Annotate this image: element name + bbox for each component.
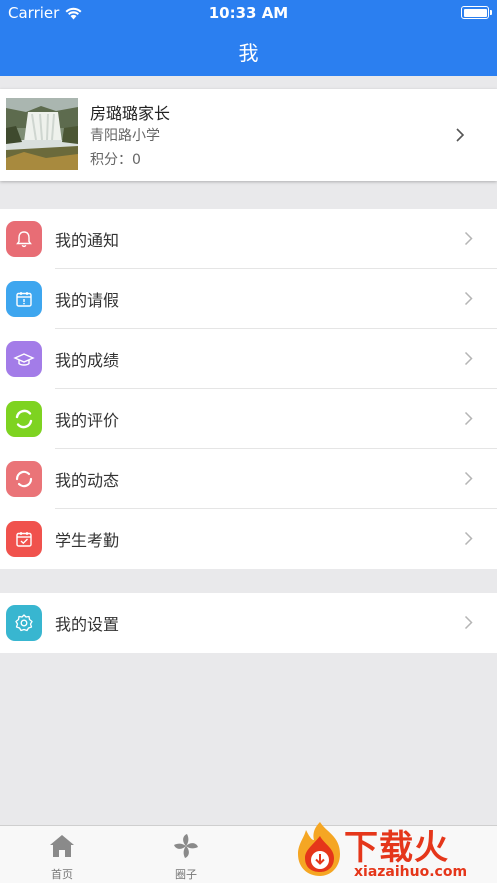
profile-points: 积分：0 bbox=[90, 152, 141, 168]
chevron-right-icon bbox=[464, 351, 473, 366]
chevron-right-icon bbox=[464, 411, 473, 426]
menu-label: 我的动态 bbox=[55, 471, 120, 490]
pinwheel-icon bbox=[174, 834, 198, 858]
menu-label: 我的评价 bbox=[55, 411, 120, 430]
refresh-ring-icon bbox=[15, 470, 33, 488]
status-time: 10:33 AM bbox=[208, 4, 289, 22]
chevron-right-icon bbox=[464, 615, 473, 630]
tab-circle[interactable]: 圈子 bbox=[156, 832, 216, 882]
home-icon bbox=[50, 835, 74, 857]
graduation-cap-icon bbox=[13, 353, 35, 366]
chevron-right-icon bbox=[464, 531, 473, 546]
profile-card[interactable]: 房璐璐家长 青阳路小学 积分：0 bbox=[0, 89, 497, 181]
bell-icon bbox=[16, 231, 32, 248]
calendar-check-icon bbox=[16, 532, 32, 547]
watermark-url: xiazaihuo.com bbox=[354, 864, 468, 880]
chevron-right-icon bbox=[464, 291, 473, 306]
page-title: 我 bbox=[238, 40, 259, 65]
avatar bbox=[6, 98, 78, 170]
menu-item-settings[interactable]: 我的设置 bbox=[0, 593, 497, 653]
menu-item-grades[interactable]: 我的成绩 bbox=[0, 329, 497, 389]
tab-label: 首页 bbox=[51, 868, 73, 881]
chevron-right-icon bbox=[464, 471, 473, 486]
menu-label: 我的通知 bbox=[55, 231, 120, 250]
gear-icon bbox=[15, 614, 33, 632]
menu-item-notifications[interactable]: 我的通知 bbox=[0, 209, 497, 269]
status-bar: Carrier 10:33 AM bbox=[0, 0, 497, 26]
nav-bar: 我 bbox=[0, 26, 497, 76]
ring-icon bbox=[15, 409, 33, 429]
menu-label: 我的请假 bbox=[55, 291, 120, 310]
profile-name: 房璐璐家长 bbox=[90, 104, 171, 123]
chevron-right-icon bbox=[464, 231, 473, 246]
menu-item-activity[interactable]: 我的动态 bbox=[0, 449, 497, 509]
menu-label: 我的成绩 bbox=[55, 351, 120, 370]
tab-label: 圈子 bbox=[175, 868, 197, 881]
chevron-right-icon bbox=[456, 128, 465, 142]
menu-list: 我的通知 我的请假 我的成绩 我的评价 我的动态 学生考勤 bbox=[0, 209, 497, 569]
tab-home[interactable]: 首页 bbox=[32, 832, 92, 882]
menu-item-evaluation[interactable]: 我的评价 bbox=[0, 389, 497, 449]
settings-list: 我的设置 bbox=[0, 593, 497, 653]
menu-item-leave[interactable]: 我的请假 bbox=[0, 269, 497, 329]
menu-label: 我的设置 bbox=[55, 615, 120, 634]
watermark-text: 下载火 bbox=[344, 828, 449, 868]
battery-icon bbox=[461, 6, 492, 19]
menu-item-attendance[interactable]: 学生考勤 bbox=[0, 509, 497, 569]
menu-label: 学生考勤 bbox=[55, 531, 120, 550]
watermark: 下载火 xiazaihuo.com bbox=[292, 818, 497, 883]
flame-logo-icon bbox=[298, 822, 340, 876]
calendar-icon bbox=[16, 292, 32, 307]
profile-school: 青阳路小学 bbox=[90, 128, 160, 144]
